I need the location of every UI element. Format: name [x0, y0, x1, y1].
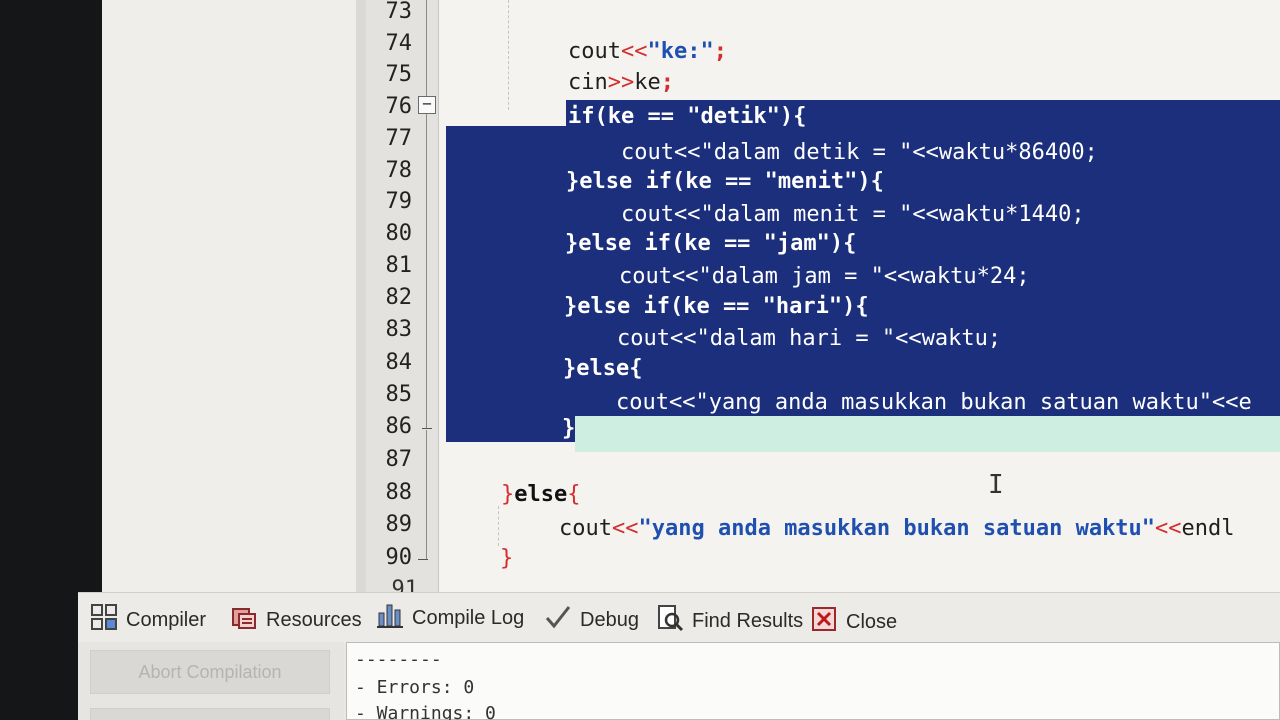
code-line-76: if(ke == "detik"){ — [568, 104, 807, 129]
line-number: 84 — [385, 350, 413, 375]
resources-icon — [230, 603, 258, 637]
abort-compilation-button[interactable]: Abort Compilation — [90, 650, 330, 694]
compiler-grid-icon — [90, 603, 118, 637]
fold-guide-line — [426, 0, 427, 96]
code-line-75: cin>>ke; — [568, 70, 674, 95]
line-number: 75 — [385, 62, 413, 87]
compile-log-output[interactable]: -------- - Errors: 0 - Warnings: 0 — [346, 642, 1280, 720]
line-number: 89 — [385, 512, 413, 537]
code-line-82: }else if(ke == "hari"){ — [564, 294, 869, 319]
code-line-78: }else if(ke == "menit"){ — [566, 169, 884, 194]
code-line-80: }else if(ke == "jam"){ — [565, 231, 857, 256]
find-icon — [656, 604, 684, 638]
code-line-83: cout<<"dalam hari = "<<waktu; — [564, 326, 1002, 351]
tab-compiler[interactable]: Compiler — [90, 603, 206, 637]
current-line-highlight — [575, 416, 1280, 452]
tab-label: Compile Log — [412, 606, 525, 629]
fold-guide-line — [426, 114, 427, 428]
project-panel — [102, 0, 359, 592]
line-number: 87 — [385, 447, 413, 472]
line-number: 90 — [385, 545, 413, 570]
line-number: 80 — [385, 221, 413, 246]
code-line-74: cout<<"ke:"; — [568, 39, 727, 64]
code-line-81: cout<<"dalam jam = "<<waktu*24; — [566, 264, 1030, 289]
tab-label: Find Results — [692, 609, 804, 632]
line-number: 77 — [385, 126, 413, 151]
secondary-button[interactable] — [90, 708, 330, 720]
code-line-89: cout<<"yang anda masukkan bukan satuan w… — [559, 516, 1235, 541]
fold-guide-line — [426, 430, 427, 560]
tab-close[interactable]: Close — [810, 605, 897, 639]
line-number: 74 — [385, 31, 413, 56]
bar-chart-icon — [376, 601, 404, 635]
line-number: 78 — [385, 158, 413, 183]
line-number: 88 — [385, 480, 413, 505]
fold-end-marker — [418, 559, 428, 560]
tab-label: Close — [846, 610, 898, 633]
log-line: -------- — [355, 649, 442, 670]
line-number: 82 — [385, 285, 413, 310]
line-number: 73 — [385, 0, 413, 24]
tab-find-results[interactable]: Find Results — [656, 604, 803, 638]
code-line-77: cout<<"dalam detik = "<<waktu*86400; — [568, 140, 1098, 165]
line-number-partial: 91 — [391, 577, 419, 592]
indent-guide — [508, 0, 510, 110]
project-panel-scrollbar[interactable] — [356, 0, 366, 592]
text-cursor-icon: I — [988, 470, 1004, 500]
code-line-85: cout<<"yang anda masukkan bukan satuan w… — [563, 390, 1252, 415]
fold-collapse-icon[interactable]: − — [418, 96, 436, 114]
log-line: - Warnings: 0 — [355, 703, 496, 720]
log-line: - Errors: 0 — [355, 677, 475, 698]
tab-label: Compiler — [126, 608, 207, 631]
code-line-79: cout<<"dalam menit = "<<waktu*1440; — [568, 202, 1085, 227]
tab-label: Resources — [266, 608, 362, 631]
line-number: 85 — [385, 382, 413, 407]
line-number: 81 — [385, 253, 413, 278]
code-line-84: }else{ — [563, 356, 643, 381]
close-icon — [810, 605, 838, 639]
line-number-gutter: 73 74 75 76 77 78 79 80 81 82 83 84 85 8… — [366, 0, 439, 592]
code-line-88: }else{ — [501, 482, 581, 507]
tab-debug[interactable]: Debug — [544, 603, 639, 637]
tab-label: Debug — [580, 608, 639, 631]
tab-resources[interactable]: Resources — [230, 603, 362, 637]
line-number: 83 — [385, 317, 413, 342]
code-line-90: } — [500, 546, 514, 571]
monitor-bezel — [0, 590, 78, 720]
tab-compile-log[interactable]: Compile Log — [376, 601, 524, 635]
check-icon — [544, 603, 572, 637]
screen: 73 74 75 76 77 78 79 80 81 82 83 84 85 8… — [0, 0, 1280, 720]
indent-guide — [498, 506, 500, 546]
fold-end-marker — [422, 428, 432, 429]
line-number: 86 — [385, 414, 413, 439]
line-number: 76 — [385, 94, 413, 119]
line-number: 79 — [385, 189, 413, 214]
code-line-86: } — [562, 416, 576, 441]
